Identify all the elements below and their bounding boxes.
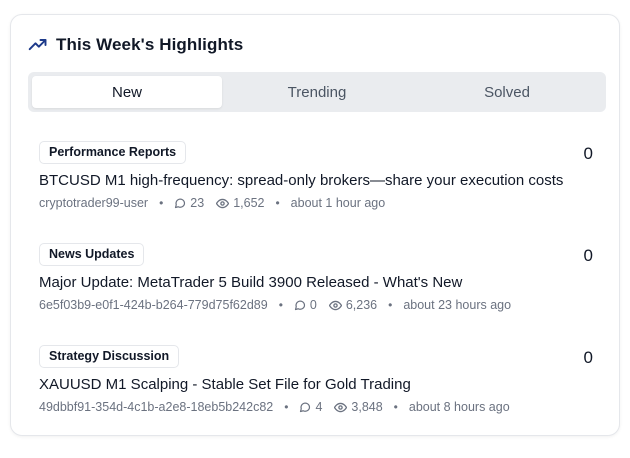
post-author[interactable]: 6e5f03b9-e0f1-424b-b264-779d75f62d89 [39,296,268,314]
separator-dot: • [159,196,164,210]
comments-stat: 0 [294,296,317,314]
separator-dot: • [278,298,283,312]
comments-count: 0 [309,298,317,312]
highlights-card: This Week's Highlights New Trending Solv… [10,14,620,436]
post-title[interactable]: BTCUSD M1 high-frequency: spread-only br… [39,171,601,191]
post-title[interactable]: XAUUSD M1 Scalping - Stable Set File for… [39,375,601,395]
reply-count: 0 [583,348,593,367]
category-badge[interactable]: News Updates [39,243,145,266]
trending-up-icon [28,35,48,55]
list-item[interactable]: News Updates 0 Major Update: MetaTrader … [39,243,601,345]
separator-dot: • [275,196,280,210]
views-count: 3,848 [351,400,383,414]
post-time: about 8 hours ago [408,400,510,414]
tab-new[interactable]: New [32,76,222,108]
tab-bar: New Trending Solved [28,72,606,112]
reply-count: 0 [583,246,593,265]
eye-icon [334,402,348,412]
post-time: about 1 hour ago [290,196,386,210]
separator-dot: • [388,298,393,312]
comment-icon [300,402,311,413]
post-time: about 23 hours ago [403,298,512,312]
views-count: 6,236 [345,298,378,312]
separator-dot: • [393,400,398,414]
card-title: This Week's Highlights [56,35,244,54]
post-meta: 6e5f03b9-e0f1-424b-b264-779d75f62d89 • 0… [39,296,601,314]
comments-stat: 23 [174,194,204,212]
views-stat: 6,236 [328,296,378,314]
comment-icon [175,198,186,209]
category-badge[interactable]: Strategy Discussion [39,345,180,368]
comments-count: 4 [315,400,323,414]
category-badge[interactable]: Performance Reports [39,141,187,164]
eye-icon [216,198,230,208]
views-stat: 1,652 [216,194,264,212]
list-item[interactable]: Performance Reports 0 BTCUSD M1 high-fre… [39,141,601,243]
separator-dot: • [284,400,289,414]
views-stat: 3,848 [334,398,383,416]
post-list: Performance Reports 0 BTCUSD M1 high-fre… [39,141,601,447]
reply-count: 0 [583,144,593,163]
comment-icon [294,300,305,311]
post-author[interactable]: cryptotrader99-user [39,194,148,212]
tab-trending[interactable]: Trending [222,76,412,108]
card-header: This Week's Highlights [28,35,243,55]
post-meta: cryptotrader99-user • 23 1,652 • about 1… [39,194,601,212]
post-title[interactable]: Major Update: MetaTrader 5 Build 3900 Re… [39,273,601,293]
post-meta: 49dbbf91-354d-4c1b-a2e8-18eb5b242c82 • 4… [39,398,601,416]
comments-stat: 4 [299,398,322,416]
list-item[interactable]: Strategy Discussion 0 XAUUSD M1 Scalping… [39,345,601,447]
tab-solved[interactable]: Solved [412,76,602,108]
comments-count: 23 [190,196,205,210]
eye-icon [328,300,342,310]
post-author[interactable]: 49dbbf91-354d-4c1b-a2e8-18eb5b242c82 [39,398,273,416]
views-count: 1,652 [233,196,265,210]
